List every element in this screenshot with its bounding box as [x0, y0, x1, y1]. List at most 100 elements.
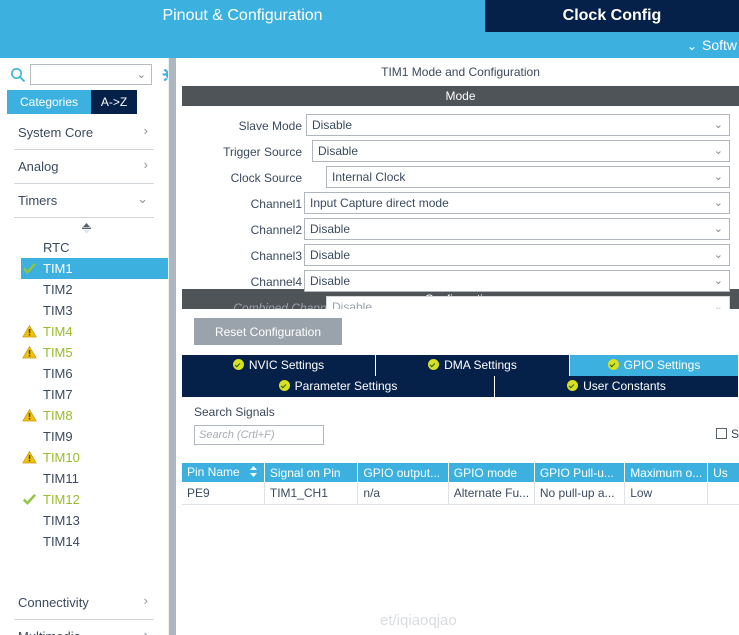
sidebar-item-tim7[interactable]: TIM7 — [0, 384, 168, 405]
sidebar-item-tim13[interactable]: TIM13 — [0, 510, 168, 531]
column-header-label: GPIO mode — [453, 465, 518, 480]
tab-label: DMA Settings — [444, 358, 517, 372]
software-packs-menu[interactable]: ⌄ Softw — [687, 32, 739, 58]
dropdown-channel3[interactable]: Disable ⌄ — [304, 244, 730, 266]
chevron-right-icon: › — [143, 593, 148, 608]
sidebar-item-tim12[interactable]: TIM12 — [0, 489, 168, 510]
search-input[interactable]: ⌄ — [30, 64, 152, 85]
check-circle-icon — [607, 359, 619, 370]
show-only-modified-checkbox[interactable]: S — [715, 427, 739, 441]
warning-icon — [22, 450, 37, 465]
sidebar-item-multimedia[interactable]: Multimedia › — [14, 620, 154, 635]
dropdown-value: Disable — [310, 222, 351, 236]
warning-icon — [22, 345, 37, 360]
sidebar-item-tim14[interactable]: TIM14 — [0, 531, 168, 552]
sidebar-item-tim11[interactable]: TIM11 — [0, 468, 168, 489]
sidebar-item-tim5[interactable]: TIM5 — [0, 342, 168, 363]
sidebar-item-label: System Core — [18, 125, 94, 140]
list-spinner-control[interactable] — [0, 220, 168, 237]
column-header-maximum-o[interactable]: Maximum o... — [624, 463, 709, 482]
dropdown-clock-source[interactable]: Internal Clock ⌄ — [326, 166, 730, 188]
sidebar-item-tim8[interactable]: TIM8 — [0, 405, 168, 426]
reset-configuration-button[interactable]: Reset Configuration — [194, 318, 342, 345]
dropdown-slave-mode[interactable]: Disable ⌄ — [306, 114, 730, 136]
tab-clock-configuration[interactable]: Clock Config — [485, 0, 739, 32]
chevron-down-icon: ⌄ — [713, 171, 723, 183]
mode-field-channel2: Channel2 Disable ⌄ — [182, 218, 739, 244]
sidebar-item-system-core[interactable]: System Core › — [14, 116, 154, 150]
tab-nvic-settings[interactable]: NVIC Settings — [182, 355, 376, 376]
sidebar-item-label: TIM2 — [43, 282, 73, 297]
chevron-down-icon: ⌄ — [713, 223, 723, 235]
sidebar-item-label: Timers — [18, 193, 58, 208]
sidebar-item-tim2[interactable]: TIM2 — [0, 279, 168, 300]
sidebar-item-tim3[interactable]: TIM3 — [0, 300, 168, 321]
sidebar-scrollbar[interactable] — [169, 58, 176, 635]
check-circle-icon — [278, 380, 290, 391]
column-header-gpio-pull-u[interactable]: GPIO Pull-u... — [534, 463, 626, 482]
page-title: TIM1 Mode and Configuration — [182, 58, 739, 86]
chevron-down-icon: ⌄ — [137, 191, 148, 206]
checkbox-box — [715, 428, 727, 439]
dropdown-channel4[interactable]: Disable ⌄ — [304, 270, 730, 292]
table-body: PE9 TIM1_CH1 n/a Alternate Fu... No pull-up … — [182, 482, 739, 505]
chevron-right-icon: › — [143, 123, 148, 138]
dropdown-value: Disable — [310, 274, 351, 288]
tab-pinout-configuration[interactable]: Pinout & Configuration — [0, 0, 485, 32]
tab-label: GPIO Settings — [623, 358, 701, 372]
dropdown-channel2[interactable]: Disable ⌄ — [304, 218, 730, 240]
sidebar-item-connectivity[interactable]: Connectivity › — [14, 586, 154, 620]
dropdown-trigger-source[interactable]: Disable ⌄ — [312, 140, 730, 162]
check-icon — [22, 261, 37, 276]
column-header-label: Signal on Pin — [269, 465, 341, 480]
tab-a-to-z-label: A->Z — [100, 95, 128, 109]
dropdown-value: Internal Clock — [332, 170, 406, 184]
sidebar-category-list: System Core › Analog › Timers ⌄ RTC TIM1… — [0, 116, 168, 635]
chevron-down-icon: ⌄ — [686, 39, 697, 53]
check-circle-icon — [567, 380, 579, 391]
sidebar-item-timers[interactable]: Timers ⌄ — [14, 184, 154, 218]
table-row[interactable]: PE9 TIM1_CH1 n/a Alternate Fu... No pull-up … — [182, 482, 739, 505]
sidebar-item-label: TIM4 — [43, 324, 73, 339]
sidebar-item-label: TIM12 — [43, 492, 80, 507]
sidebar: ⌄ Categories A->Z System Core › Analog ›… — [0, 58, 180, 635]
chevron-down-icon: ⌄ — [136, 69, 146, 81]
signals-search-input[interactable]: Search (Crtl+F) — [194, 425, 324, 445]
column-header-pin-name[interactable]: Pin Name — [182, 463, 265, 482]
main-tabstrip: Pinout & Configuration Clock Config — [0, 0, 739, 32]
sidebar-item-tim10[interactable]: TIM10 — [0, 447, 168, 468]
cubemx-window: Pinout & Configuration Clock Config ⌄ Sof… — [0, 0, 739, 635]
sidebar-item-tim4[interactable]: TIM4 — [0, 321, 168, 342]
column-header-label: Us — [713, 465, 728, 480]
column-header-gpio-output[interactable]: GPIO output... — [357, 463, 449, 482]
chevron-right-icon: › — [143, 157, 148, 172]
column-header-label: Maximum o... — [630, 465, 703, 480]
field-label: Trigger Source — [223, 145, 302, 159]
sidebar-item-tim6[interactable]: TIM6 — [0, 363, 168, 384]
sidebar-item-rtc[interactable]: RTC — [0, 237, 168, 258]
tab-dma-settings[interactable]: DMA Settings — [376, 355, 570, 376]
sidebar-item-tim1[interactable]: TIM1 — [21, 258, 168, 279]
tab-gpio-settings[interactable]: GPIO Settings — [570, 355, 739, 376]
chevron-down-icon: ⌄ — [713, 145, 723, 157]
sidebar-item-label: RTC — [43, 240, 70, 255]
column-header-signal-on-pin[interactable]: Signal on Pin — [264, 463, 359, 482]
sidebar-item-label: TIM14 — [43, 534, 80, 549]
dropdown-channel1[interactable]: Input Capture direct mode ⌄ — [304, 192, 730, 214]
sidebar-item-analog[interactable]: Analog › — [14, 150, 154, 184]
mode-field-trigger-source: Trigger Source Disable ⌄ — [182, 140, 739, 166]
table-cell: Low — [624, 482, 709, 505]
table-cell — [707, 482, 739, 505]
column-header-us[interactable]: Us — [707, 463, 739, 482]
column-header-label: Pin Name — [187, 464, 240, 479]
dropdown-value: Disable — [310, 248, 351, 262]
mode-field-clock-source: Clock Source Internal Clock ⌄ — [182, 166, 739, 192]
tab-a-to-z[interactable]: A->Z — [91, 90, 137, 114]
tab-categories[interactable]: Categories — [7, 90, 91, 114]
configuration-tabs: NVIC Settings DMA Settings GPIO Settings P… — [182, 355, 739, 397]
software-packs-label: Softw — [701, 37, 737, 53]
column-header-gpio-mode[interactable]: GPIO mode — [448, 463, 535, 482]
sidebar-item-tim9[interactable]: TIM9 — [0, 426, 168, 447]
tab-user-constants[interactable]: User Constants — [495, 376, 739, 397]
tab-parameter-settings[interactable]: Parameter Settings — [182, 376, 495, 397]
